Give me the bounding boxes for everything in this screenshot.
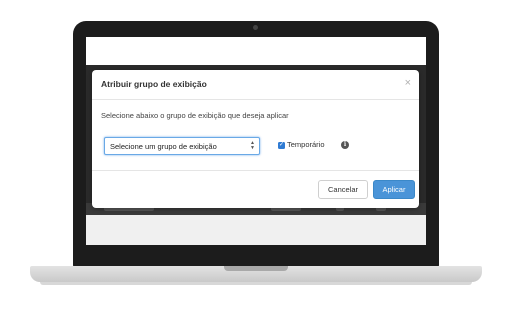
laptop-screen: Atribuir grupo de exibição × Selecione a… [86, 37, 426, 245]
temporary-checkbox[interactable]: ✓ [278, 142, 285, 149]
check-icon: ✓ [278, 142, 285, 148]
select-value: Selecione um grupo de exibição [110, 142, 217, 151]
modal-title: Atribuir grupo de exibição [101, 79, 207, 89]
webcam [253, 25, 258, 30]
info-icon[interactable]: i [341, 141, 349, 149]
assign-display-group-modal: Atribuir grupo de exibição × Selecione a… [92, 70, 419, 208]
background-footer [86, 215, 426, 245]
modal-footer [92, 170, 419, 209]
display-group-select[interactable]: Selecione um grupo de exibição ▲ ▼ [104, 137, 260, 155]
background-header [86, 37, 426, 65]
laptop-base-shadow [40, 282, 472, 285]
modal-header: Atribuir grupo de exibição × [92, 70, 419, 100]
updown-arrows-icon: ▲ ▼ [250, 140, 255, 151]
cancel-button[interactable]: Cancelar [318, 180, 368, 199]
laptop-notch [224, 266, 288, 271]
close-icon[interactable]: × [405, 77, 411, 89]
apply-button[interactable]: Aplicar [373, 180, 415, 199]
temporary-label[interactable]: Temporário [287, 140, 325, 149]
modal-description: Selecione abaixo o grupo de exibição que… [101, 111, 289, 120]
